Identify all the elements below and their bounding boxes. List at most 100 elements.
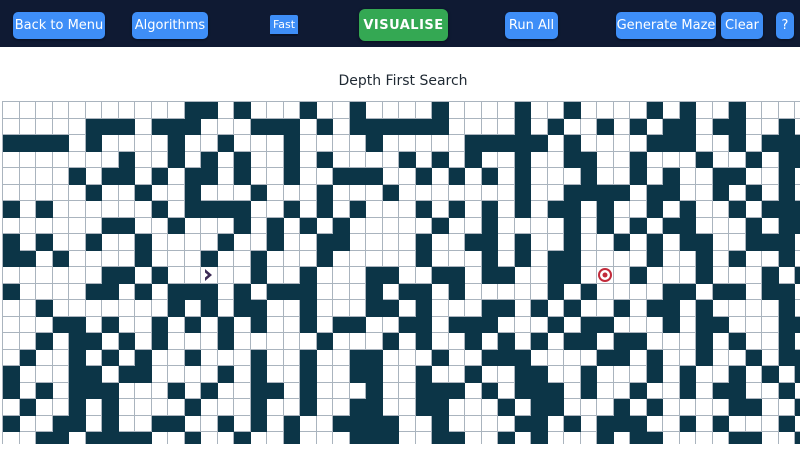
grid-cell[interactable] [3,399,20,416]
grid-cell[interactable] [745,333,762,350]
wall-cell[interactable] [795,201,800,218]
wall-cell[interactable] [366,300,383,317]
grid-cell[interactable] [399,267,416,284]
grid-cell[interactable] [135,168,152,185]
grid-cell[interactable] [531,102,548,119]
wall-cell[interactable] [597,184,614,201]
wall-cell[interactable] [300,300,317,317]
grid-cell[interactable] [69,184,86,201]
wall-cell[interactable] [250,415,267,432]
grid-cell[interactable] [201,118,218,135]
wall-cell[interactable] [514,349,531,366]
grid-cell[interactable] [696,382,713,399]
grid-cell[interactable] [102,366,119,383]
wall-cell[interactable] [250,349,267,366]
algorithms-button[interactable]: Algorithms [132,12,208,39]
grid-cell[interactable] [795,168,800,185]
wall-cell[interactable] [283,118,300,135]
wall-cell[interactable] [85,234,102,251]
grid-cell[interactable] [333,283,350,300]
wall-cell[interactable] [745,432,762,444]
grid-cell[interactable] [217,118,234,135]
grid-cell[interactable] [481,283,498,300]
wall-cell[interactable] [564,250,581,267]
wall-cell[interactable] [184,316,201,333]
grid-cell[interactable] [498,151,515,168]
grid-cell[interactable] [267,349,284,366]
wall-cell[interactable] [250,300,267,317]
wall-cell[interactable] [547,283,564,300]
wall-cell[interactable] [267,283,284,300]
wall-cell[interactable] [712,415,729,432]
wall-cell[interactable] [333,234,350,251]
grid-cell[interactable] [333,184,350,201]
grid-cell[interactable] [283,333,300,350]
grid-cell[interactable] [448,399,465,416]
grid-cell[interactable] [267,333,284,350]
grid-cell[interactable] [382,250,399,267]
grid-cell[interactable] [382,151,399,168]
wall-cell[interactable] [349,415,366,432]
grid-cell[interactable] [85,168,102,185]
grid-cell[interactable] [465,250,482,267]
grid-cell[interactable] [217,151,234,168]
grid-cell[interactable] [432,333,449,350]
grid-cell[interactable] [498,184,515,201]
wall-cell[interactable] [300,316,317,333]
grid-cell[interactable] [300,250,317,267]
wall-cell[interactable] [201,300,218,317]
grid-cell[interactable] [432,135,449,152]
grid-cell[interactable] [448,415,465,432]
grid-cell[interactable] [547,333,564,350]
grid-cell[interactable] [613,201,630,218]
grid-cell[interactable] [679,316,696,333]
grid-cell[interactable] [432,366,449,383]
wall-cell[interactable] [382,300,399,317]
grid-cell[interactable] [36,217,53,234]
grid-cell[interactable] [168,316,185,333]
grid-cell[interactable] [234,366,251,383]
grid-cell[interactable] [69,102,86,119]
grid-cell[interactable] [399,201,416,218]
grid-cell[interactable] [580,432,597,444]
grid-cell[interactable] [630,250,647,267]
grid-cell[interactable] [85,102,102,119]
grid-cell[interactable] [399,366,416,383]
grid-cell[interactable] [250,217,267,234]
grid-cell[interactable] [679,250,696,267]
grid-cell[interactable] [151,382,168,399]
grid-cell[interactable] [745,316,762,333]
wall-cell[interactable] [531,382,548,399]
wall-cell[interactable] [778,217,795,234]
wall-cell[interactable] [36,135,53,152]
wall-cell[interactable] [580,283,597,300]
grid-cell[interactable] [201,432,218,444]
wall-cell[interactable] [646,366,663,383]
grid-cell[interactable] [267,366,284,383]
grid-cell[interactable] [679,333,696,350]
wall-cell[interactable] [498,432,515,444]
help-button[interactable]: ? [776,12,794,39]
wall-cell[interactable] [432,415,449,432]
grid-cell[interactable] [531,184,548,201]
wall-cell[interactable] [151,415,168,432]
wall-cell[interactable] [135,184,152,201]
wall-cell[interactable] [52,316,69,333]
grid-cell[interactable] [3,333,20,350]
wall-cell[interactable] [729,250,746,267]
grid-cell[interactable] [646,217,663,234]
grid-cell[interactable] [333,333,350,350]
grid-cell[interactable] [531,168,548,185]
wall-cell[interactable] [778,151,795,168]
grid-cell[interactable] [333,250,350,267]
wall-cell[interactable] [118,118,135,135]
grid-cell[interactable] [118,283,135,300]
grid-cell[interactable] [696,283,713,300]
wall-cell[interactable] [135,432,152,444]
grid-cell[interactable] [234,135,251,152]
wall-cell[interactable] [184,432,201,444]
wall-cell[interactable] [795,135,800,152]
grid-cell[interactable] [432,184,449,201]
wall-cell[interactable] [679,102,696,119]
grid-cell[interactable] [36,151,53,168]
